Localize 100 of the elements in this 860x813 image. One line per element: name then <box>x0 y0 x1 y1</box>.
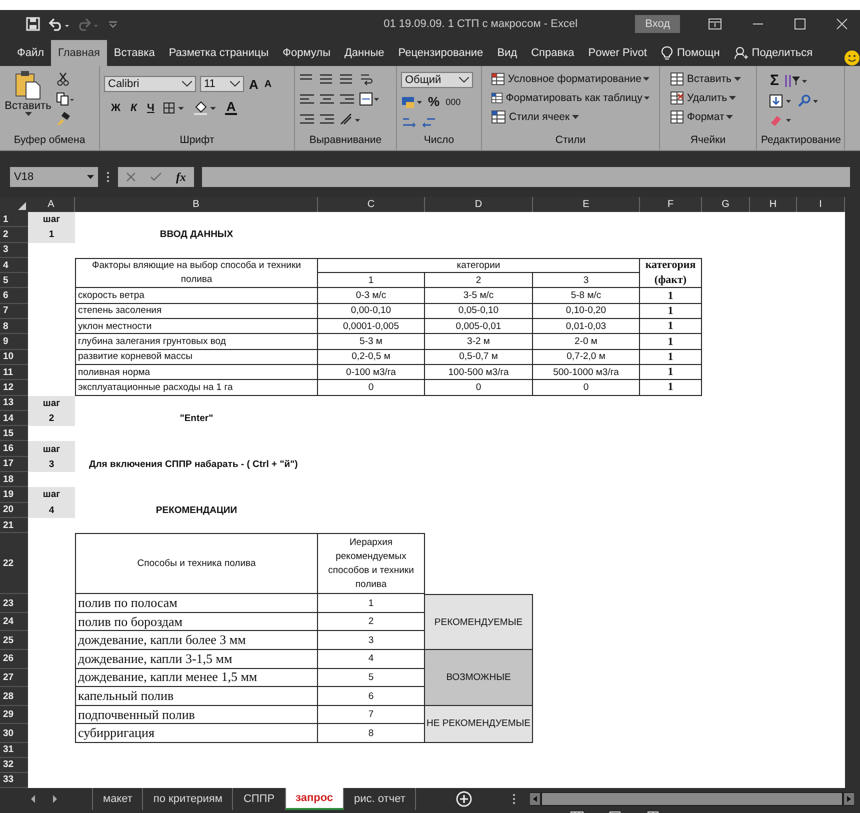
row-header[interactable]: 3 <box>0 242 28 258</box>
scroll-left-icon[interactable] <box>530 792 540 805</box>
row-header[interactable]: 17 <box>0 456 28 472</box>
align-left-icon[interactable] <box>299 93 315 105</box>
row-header[interactable]: 7 <box>0 304 28 320</box>
copy-icon[interactable] <box>56 92 74 106</box>
italic-button[interactable]: К <box>130 102 138 114</box>
column-header[interactable]: I <box>797 197 845 212</box>
underline-button[interactable]: Ч <box>146 102 156 114</box>
column-header[interactable]: C <box>318 197 425 212</box>
row-header[interactable]: 27 <box>0 668 28 688</box>
name-box[interactable]: V18 <box>10 167 98 187</box>
ribbon-tab[interactable]: Справка <box>524 40 582 66</box>
align-right-icon[interactable] <box>339 93 355 105</box>
insert-function-button[interactable]: fx <box>176 170 186 184</box>
currency-icon[interactable] <box>401 94 423 108</box>
row-header[interactable]: 21 <box>0 518 28 534</box>
decrease-indent-icon[interactable] <box>299 113 315 125</box>
ribbon-display-icon[interactable] <box>708 18 722 30</box>
wrap-text-icon[interactable] <box>359 72 373 86</box>
row-header[interactable]: 2 <box>0 227 28 243</box>
sort-filter-icon[interactable] <box>784 74 808 88</box>
row-header[interactable]: 11 <box>0 364 28 380</box>
horizontal-scrollbar[interactable] <box>530 792 854 806</box>
row-header[interactable]: 30 <box>0 724 28 743</box>
row-header[interactable]: 14 <box>0 410 28 426</box>
row-header[interactable]: 5 <box>0 273 28 288</box>
cells-button[interactable]: Удалить <box>668 91 748 105</box>
row-header[interactable]: 32 <box>0 758 28 773</box>
font-color-button[interactable]: А <box>225 100 237 115</box>
ribbon-tab[interactable]: Формулы <box>276 40 338 66</box>
shrink-font-button[interactable]: A <box>263 78 273 90</box>
percent-button[interactable]: % <box>427 94 441 109</box>
styles-button[interactable]: Форматировать как таблицу <box>490 91 651 105</box>
more-icon[interactable] <box>106 171 110 183</box>
row-header[interactable]: 31 <box>0 742 28 758</box>
ribbon-tab[interactable]: Файл <box>10 40 52 66</box>
find-icon[interactable] <box>797 94 819 108</box>
row-header[interactable]: 6 <box>0 288 28 304</box>
row-header[interactable]: 24 <box>0 612 28 632</box>
more-icon[interactable] <box>512 792 516 805</box>
row-header[interactable]: 4 <box>0 258 28 274</box>
row-header[interactable]: 18 <box>0 472 28 488</box>
row-header[interactable]: 33 <box>0 772 28 788</box>
column-header[interactable]: A <box>28 197 75 212</box>
bold-button[interactable]: Ж <box>110 102 122 114</box>
font-size-dropdown[interactable]: 11 <box>200 76 244 92</box>
tell-me-button[interactable]: Помощн <box>654 40 727 66</box>
row-header[interactable]: 28 <box>0 687 28 706</box>
column-header[interactable]: D <box>425 197 533 212</box>
cells-button[interactable]: Вставить <box>668 72 748 86</box>
styles-button[interactable]: Условное форматирование <box>490 72 651 86</box>
sheet-tab[interactable]: запрос <box>286 788 344 810</box>
ribbon-tab[interactable]: Разметка страницы <box>162 40 276 66</box>
undo-icon[interactable] <box>48 17 70 31</box>
row-header[interactable]: 8 <box>0 319 28 334</box>
fill-down-icon[interactable] <box>769 94 793 108</box>
maximize-icon[interactable] <box>794 18 806 30</box>
row-header[interactable]: 25 <box>0 631 28 650</box>
row-header[interactable]: 29 <box>0 706 28 724</box>
font-name-dropdown[interactable]: Calibri <box>104 76 196 92</box>
styles-button[interactable]: Стили ячеек <box>490 110 651 124</box>
save-icon[interactable] <box>26 17 40 31</box>
row-header[interactable]: 20 <box>0 502 28 518</box>
close-icon[interactable] <box>836 18 848 30</box>
add-sheet-icon[interactable] <box>456 790 472 807</box>
align-bottom-icon[interactable] <box>339 73 355 85</box>
format-painter-icon[interactable] <box>56 112 70 126</box>
select-all-icon[interactable] <box>18 202 26 210</box>
ribbon-tab[interactable]: Главная <box>51 40 107 66</box>
check-icon[interactable] <box>150 172 162 182</box>
fill-color-icon[interactable] <box>193 100 218 114</box>
thousands-button[interactable]: 000 <box>444 96 462 106</box>
sign-in-button[interactable]: Вход <box>635 15 680 33</box>
row-header[interactable]: 12 <box>0 380 28 396</box>
formula-input[interactable] <box>202 167 850 187</box>
cancel-icon[interactable] <box>126 172 136 182</box>
row-header[interactable]: 9 <box>0 334 28 350</box>
share-button[interactable]: Поделиться <box>726 40 820 66</box>
column-header[interactable]: B <box>75 197 318 212</box>
row-header[interactable]: 16 <box>0 441 28 457</box>
increase-indent-icon[interactable] <box>319 113 335 125</box>
cut-icon[interactable] <box>56 72 70 86</box>
scroll-left-icon[interactable] <box>30 794 36 803</box>
scroll-right-icon[interactable] <box>844 792 854 805</box>
column-header[interactable]: H <box>750 197 797 212</box>
row-header[interactable]: 10 <box>0 350 28 365</box>
cells-button[interactable]: Формат <box>668 110 748 124</box>
smiley-icon[interactable] <box>844 50 860 66</box>
column-header[interactable]: G <box>702 197 750 212</box>
customize-icon[interactable] <box>108 19 118 29</box>
autosum-button[interactable]: Σ <box>769 72 780 89</box>
align-center-icon[interactable] <box>319 93 335 105</box>
row-header[interactable]: 19 <box>0 487 28 503</box>
eraser-icon[interactable] <box>769 113 793 127</box>
column-header[interactable]: E <box>533 197 640 212</box>
borders-icon[interactable] <box>163 102 186 114</box>
row-header[interactable]: 23 <box>0 594 28 613</box>
row-header[interactable]: 1 <box>0 212 28 228</box>
orientation-icon[interactable] <box>339 112 361 126</box>
